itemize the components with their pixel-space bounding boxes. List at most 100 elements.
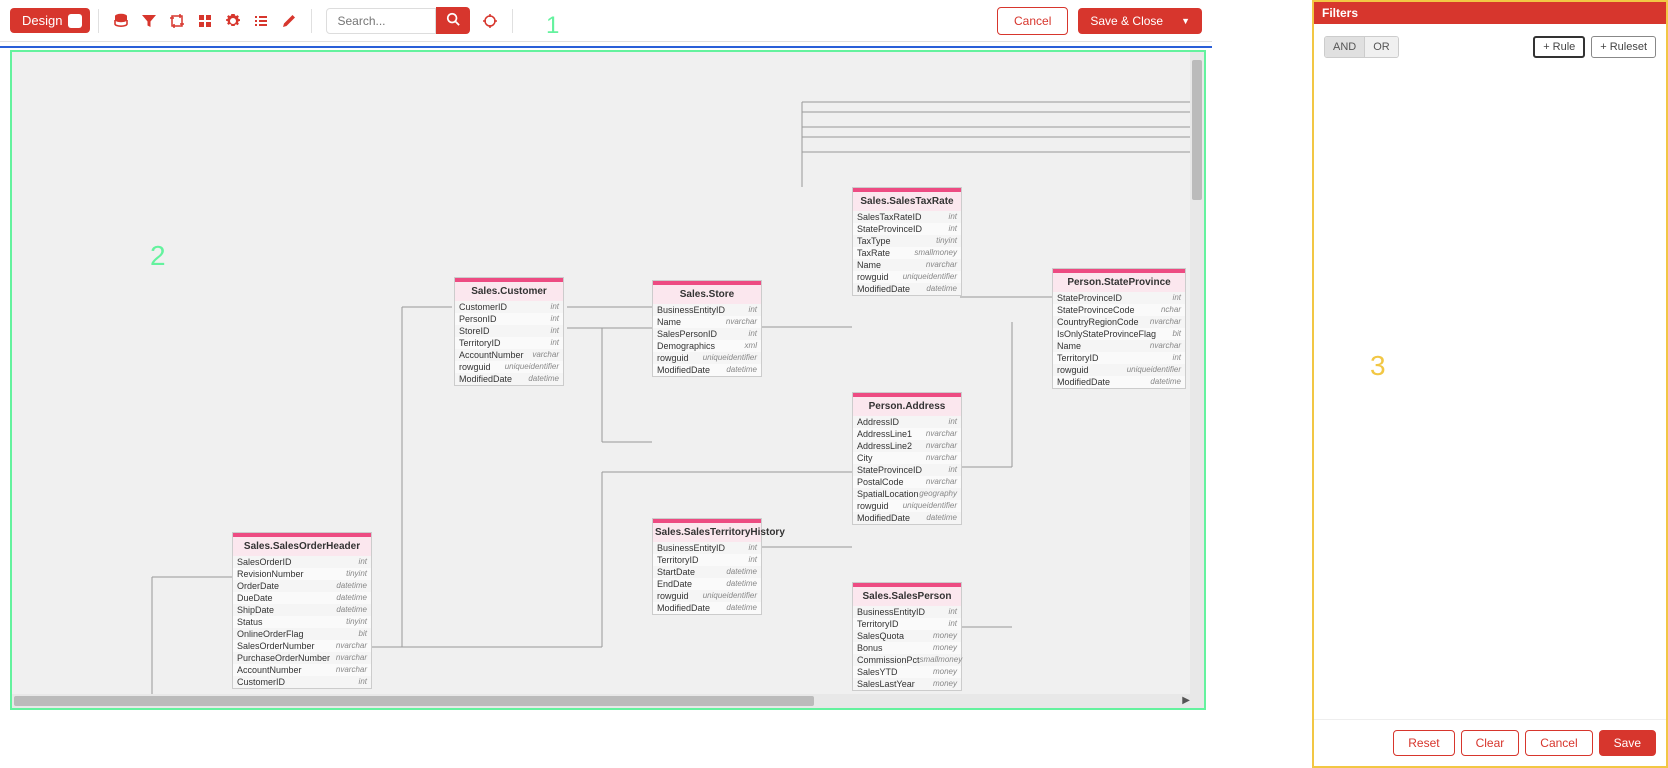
cancel-button[interactable]: Cancel (997, 7, 1068, 35)
table-row[interactable]: ModifiedDatedatetime (455, 373, 563, 385)
table-row[interactable]: TaxTypetinyint (853, 235, 961, 247)
table-row[interactable]: SalesLastYearmoney (853, 678, 961, 690)
table-row[interactable]: rowguiduniqueidentifier (653, 590, 761, 602)
horizontal-scrollbar[interactable]: ▶ (12, 694, 1204, 708)
table-row[interactable]: rowguiduniqueidentifier (853, 271, 961, 283)
table-row[interactable]: SpatialLocationgeography (853, 488, 961, 500)
design-mode-button[interactable]: Design (10, 8, 90, 33)
table-row[interactable]: EndDatedatetime (653, 578, 761, 590)
table-row[interactable]: Bonusmoney (853, 642, 961, 654)
table-row[interactable]: StateProvinceCodenchar (1053, 304, 1185, 316)
table-row[interactable]: RevisionNumbertinyint (233, 568, 371, 580)
table-row[interactable]: Namenvarchar (1053, 340, 1185, 352)
table-row[interactable]: ModifiedDatedatetime (853, 283, 961, 295)
table-row[interactable]: AddressIDint (853, 416, 961, 428)
column-name: SalesTaxRateID (857, 212, 922, 222)
database-icon[interactable] (107, 9, 135, 33)
add-ruleset-button[interactable]: +Ruleset (1591, 36, 1656, 58)
vertical-scrollbar[interactable] (1190, 52, 1204, 708)
table-row[interactable]: SalesQuotamoney (853, 630, 961, 642)
search-wrap (326, 7, 470, 34)
list-icon[interactable] (247, 9, 275, 33)
table-person-address[interactable]: Person.Address AddressIDintAddressLine1n… (852, 392, 962, 525)
table-person-stateprovince[interactable]: Person.StateProvince StateProvinceIDintS… (1052, 268, 1186, 389)
reset-button[interactable]: Reset (1393, 730, 1454, 756)
table-row[interactable]: SalesPersonIDint (653, 328, 761, 340)
table-row[interactable]: Citynvarchar (853, 452, 961, 464)
crop-icon[interactable] (163, 9, 191, 33)
add-rule-button[interactable]: +Rule (1533, 36, 1585, 58)
table-row[interactable]: BusinessEntityIDint (853, 606, 961, 618)
table-row[interactable]: ShipDatedatetime (233, 604, 371, 616)
clear-button[interactable]: Clear (1461, 730, 1520, 756)
search-input[interactable] (326, 8, 436, 34)
search-button[interactable] (436, 7, 470, 34)
table-sales-store[interactable]: Sales.Store BusinessEntityIDintNamenvarc… (652, 280, 762, 377)
save-close-button[interactable]: Save & Close ▼ (1078, 8, 1202, 34)
table-row[interactable]: rowguiduniqueidentifier (853, 500, 961, 512)
table-row[interactable]: Demographicsxml (653, 340, 761, 352)
table-row[interactable]: CustomerIDint (455, 301, 563, 313)
table-row[interactable]: PostalCodenvarchar (853, 476, 961, 488)
column-name: ModifiedDate (857, 513, 910, 523)
table-row[interactable]: AddressLine2nvarchar (853, 440, 961, 452)
column-name: SalesPersonID (657, 329, 717, 339)
table-row[interactable]: SalesOrderNumbernvarchar (233, 640, 371, 652)
pencil-icon[interactable] (275, 9, 303, 33)
table-row[interactable]: Statustinyint (233, 616, 371, 628)
table-row[interactable]: rowguiduniqueidentifier (653, 352, 761, 364)
filter-icon[interactable] (135, 9, 163, 33)
table-row[interactable]: ModifiedDatedatetime (1053, 376, 1185, 388)
table-row[interactable]: BusinessEntityIDint (653, 542, 761, 554)
table-row[interactable]: Namenvarchar (653, 316, 761, 328)
table-row[interactable]: AddressLine1nvarchar (853, 428, 961, 440)
table-row[interactable]: TerritoryIDint (455, 337, 563, 349)
filters-save-button[interactable]: Save (1599, 730, 1656, 756)
table-row[interactable]: TerritoryIDint (853, 618, 961, 630)
table-row[interactable]: SalesTaxRateIDint (853, 211, 961, 223)
table-row[interactable]: StoreIDint (455, 325, 563, 337)
table-row[interactable]: AccountNumbervarchar (455, 349, 563, 361)
table-row[interactable]: PersonIDint (455, 313, 563, 325)
table-row[interactable]: CountryRegionCodenvarchar (1053, 316, 1185, 328)
table-row[interactable]: DueDatedatetime (233, 592, 371, 604)
column-name: TerritoryID (857, 619, 899, 629)
table-row[interactable]: SalesYTDmoney (853, 666, 961, 678)
table-row[interactable]: TerritoryIDint (653, 554, 761, 566)
table-sales-territory-history[interactable]: Sales.SalesTerritoryHistory BusinessEnti… (652, 518, 762, 615)
design-canvas[interactable]: 2 Sales.Customer CustomerIDintPersonIDin… (10, 50, 1206, 710)
table-row[interactable]: SalesOrderIDint (233, 556, 371, 568)
table-row[interactable]: StateProvinceIDint (853, 464, 961, 476)
or-button[interactable]: OR (1364, 37, 1398, 57)
table-sales-salesperson[interactable]: Sales.SalesPerson BusinessEntityIDintTer… (852, 582, 962, 691)
table-row[interactable]: ModifiedDatedatetime (653, 364, 761, 376)
theme-icon[interactable] (191, 9, 219, 33)
column-type: uniqueidentifier (1127, 365, 1181, 375)
and-button[interactable]: AND (1325, 37, 1364, 57)
table-sales-order-header[interactable]: Sales.SalesOrderHeader SalesOrderIDintRe… (232, 532, 372, 689)
table-row[interactable]: ModifiedDatedatetime (653, 602, 761, 614)
table-row[interactable]: rowguiduniqueidentifier (455, 361, 563, 373)
table-row[interactable]: StateProvinceIDint (853, 223, 961, 235)
table-row[interactable]: StartDatedatetime (653, 566, 761, 578)
table-sales-taxrate[interactable]: Sales.SalesTaxRate SalesTaxRateIDintStat… (852, 187, 962, 296)
table-row[interactable]: PurchaseOrderNumbernvarchar (233, 652, 371, 664)
table-row[interactable]: rowguiduniqueidentifier (1053, 364, 1185, 376)
gear-icon[interactable] (219, 9, 247, 33)
target-icon[interactable] (476, 9, 504, 33)
table-row[interactable]: OnlineOrderFlagbit (233, 628, 371, 640)
table-row[interactable]: IsOnlyStateProvinceFlagbit (1053, 328, 1185, 340)
filters-cancel-button[interactable]: Cancel (1525, 730, 1592, 756)
table-row[interactable]: AccountNumbernvarchar (233, 664, 371, 676)
table-row[interactable]: Namenvarchar (853, 259, 961, 271)
table-row[interactable]: CustomerIDint (233, 676, 371, 688)
table-row[interactable]: TaxRatesmallmoney (853, 247, 961, 259)
column-name: CustomerID (237, 677, 285, 687)
table-row[interactable]: TerritoryIDint (1053, 352, 1185, 364)
table-row[interactable]: OrderDatedatetime (233, 580, 371, 592)
table-row[interactable]: StateProvinceIDint (1053, 292, 1185, 304)
table-row[interactable]: BusinessEntityIDint (653, 304, 761, 316)
table-sales-customer[interactable]: Sales.Customer CustomerIDintPersonIDintS… (454, 277, 564, 386)
table-row[interactable]: ModifiedDatedatetime (853, 512, 961, 524)
table-row[interactable]: CommissionPctsmallmoney (853, 654, 961, 666)
